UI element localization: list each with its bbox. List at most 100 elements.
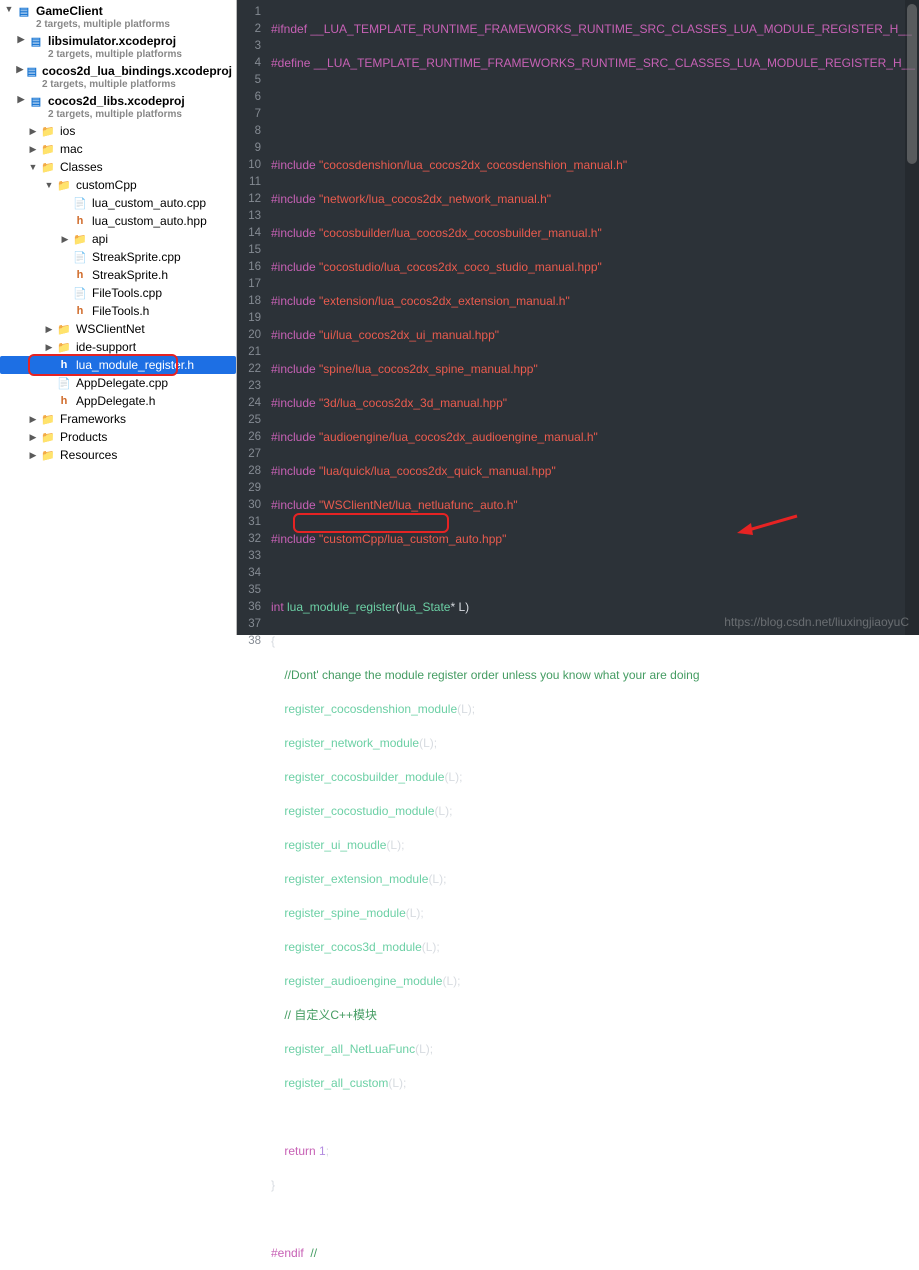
chevron-down-icon: ▼ [44,180,54,190]
code-line-18: int lua_module_register(lua_State* L) [271,599,919,616]
h-file-icon: h [56,358,72,372]
chevron-right-icon: ▶ [16,34,26,45]
code-line-6: #include "network/lua_cocos2dx_network_m… [271,191,919,208]
code-line-27: register_spine_module(L); [271,905,919,922]
folder-icon: 📁 [56,340,72,354]
chevron-right-icon: ▶ [28,126,38,137]
code-line-9: #include "extension/lua_cocos2dx_extensi… [271,293,919,310]
code-line-13: #include "audioengine/lua_cocos2dx_audio… [271,429,919,446]
file-lua-module-register-h[interactable]: h lua_module_register.h [0,356,236,374]
code-line-15: #include "WSClientNet/lua_netluafunc_aut… [271,497,919,514]
code-line-3 [271,89,919,106]
folder-resources[interactable]: ▶ 📁 Resources [0,446,236,464]
xcode-project-icon: ▤ [16,4,32,18]
cpp-file-icon: 📄 [56,376,72,390]
h-file-icon: h [72,268,88,282]
code-line-20: //Dont' change the module register order… [271,667,919,684]
code-line-8: #include "cocostudio/lua_cocos2dx_coco_s… [271,259,919,276]
folder-icon: 📁 [40,412,56,426]
file-appdelegate-cpp[interactable]: 📄 AppDelegate.cpp [0,374,236,392]
h-file-icon: h [72,214,88,228]
code-line-10: #include "ui/lua_cocos2dx_ui_manual.hpp" [271,327,919,344]
code-line-35: } [271,1177,919,1194]
folder-products[interactable]: ▶ 📁 Products [0,428,236,446]
scrollbar-thumb[interactable] [907,4,917,164]
chevron-right-icon: ▶ [28,450,38,461]
folder-icon: 📁 [72,232,88,246]
folder-wsclientnet[interactable]: ▶ 📁 WSClientNet [0,320,236,338]
code-line-2: #define __LUA_TEMPLATE_RUNTIME_FRAMEWORK… [271,55,919,72]
project-navigator[interactable]: ▼ ▤ GameClient 2 targets, multiple platf… [0,0,237,635]
chevron-right-icon: ▶ [28,144,38,155]
subproject-bindings[interactable]: ▶ ▤ cocos2d_lua_bindings.xcodeproj 2 tar… [0,62,236,92]
folder-icon: 📁 [56,322,72,336]
folder-ios[interactable]: ▶ 📁 ios [0,122,236,140]
code-line-31: register_all_NetLuaFunc(L); [271,1041,919,1058]
folder-customcpp[interactable]: ▼ 📁 customCpp [0,176,236,194]
chevron-down-icon: ▼ [28,162,38,172]
code-line-37: #endif // [271,1245,919,1262]
code-line-7: #include "cocosbuilder/lua_cocos2dx_coco… [271,225,919,242]
cpp-file-icon: 📄 [72,286,88,300]
folder-icon: 📁 [40,430,56,444]
cpp-file-icon: 📄 [72,250,88,264]
line-gutter: 1234567891011121314151617181920212223242… [237,0,267,635]
code-line-33 [271,1109,919,1126]
code-line-19: { [271,633,919,650]
folder-ide-support[interactable]: ▶ 📁 ide-support [0,338,236,356]
chevron-right-icon: ▶ [16,64,24,75]
subproject-libs[interactable]: ▶ ▤ cocos2d_libs.xcodeproj 2 targets, mu… [0,92,236,122]
xcode-project-icon: ▤ [28,94,44,108]
editor-scrollbar[interactable] [905,0,919,635]
code-line-34: return 1; [271,1143,919,1160]
code-editor[interactable]: 1234567891011121314151617181920212223242… [237,0,919,635]
code-area[interactable]: #ifndef __LUA_TEMPLATE_RUNTIME_FRAMEWORK… [267,0,919,635]
project-root[interactable]: ▼ ▤ GameClient 2 targets, multiple platf… [0,2,236,32]
folder-icon: 📁 [56,178,72,192]
file-filetools-h[interactable]: h FileTools.h [0,302,236,320]
file-streaksprite-h[interactable]: h StreakSprite.h [0,266,236,284]
file-filetools-cpp[interactable]: 📄 FileTools.cpp [0,284,236,302]
code-line-25: register_ui_moudle(L); [271,837,919,854]
folder-mac[interactable]: ▶ 📁 mac [0,140,236,158]
code-line-4 [271,123,919,140]
code-line-26: register_extension_module(L); [271,871,919,888]
folder-icon: 📁 [40,142,56,156]
chevron-right-icon: ▶ [44,324,54,335]
file-lua-custom-auto-cpp[interactable]: 📄 lua_custom_auto.cpp [0,194,236,212]
code-line-16: #include "customCpp/lua_custom_auto.hpp" [271,531,919,548]
h-file-icon: h [56,394,72,408]
watermark-text: https://blog.csdn.net/liuxingjiaoyuC [724,615,909,629]
code-line-17 [271,565,919,582]
code-line-12: #include "3d/lua_cocos2dx_3d_manual.hpp" [271,395,919,412]
chevron-right-icon: ▶ [28,414,38,425]
chevron-right-icon: ▶ [16,94,26,105]
file-streaksprite-cpp[interactable]: 📄 StreakSprite.cpp [0,248,236,266]
file-lua-custom-auto-hpp[interactable]: h lua_custom_auto.hpp [0,212,236,230]
folder-icon: 📁 [40,448,56,462]
code-line-32: register_all_custom(L); [271,1075,919,1092]
code-line-21: register_cocosdenshion_module(L); [271,701,919,718]
h-file-icon: h [72,304,88,318]
folder-icon: 📁 [40,124,56,138]
code-line-5: #include "cocosdenshion/lua_cocos2dx_coc… [271,157,919,174]
code-line-22: register_network_module(L); [271,735,919,752]
folder-frameworks[interactable]: ▶ 📁 Frameworks [0,410,236,428]
folder-api[interactable]: ▶ 📁 api [0,230,236,248]
code-line-23: register_cocosbuilder_module(L); [271,769,919,786]
folder-classes[interactable]: ▼ 📁 Classes [0,158,236,176]
code-line-11: #include "spine/lua_cocos2dx_spine_manua… [271,361,919,378]
cpp-file-icon: 📄 [72,196,88,210]
chevron-right-icon: ▶ [60,234,70,245]
code-line-28: register_cocos3d_module(L); [271,939,919,956]
xcode-project-icon: ▤ [26,64,38,78]
folder-icon: 📁 [40,160,56,174]
file-appdelegate-h[interactable]: h AppDelegate.h [0,392,236,410]
chevron-right-icon: ▶ [44,342,54,353]
chevron-down-icon: ▼ [4,4,14,14]
code-line-24: register_cocostudio_module(L); [271,803,919,820]
chevron-right-icon: ▶ [28,432,38,443]
annotation-highlight-call [293,513,449,533]
code-line-29: register_audioengine_module(L); [271,973,919,990]
subproject-libsimulator[interactable]: ▶ ▤ libsimulator.xcodeproj 2 targets, mu… [0,32,236,62]
